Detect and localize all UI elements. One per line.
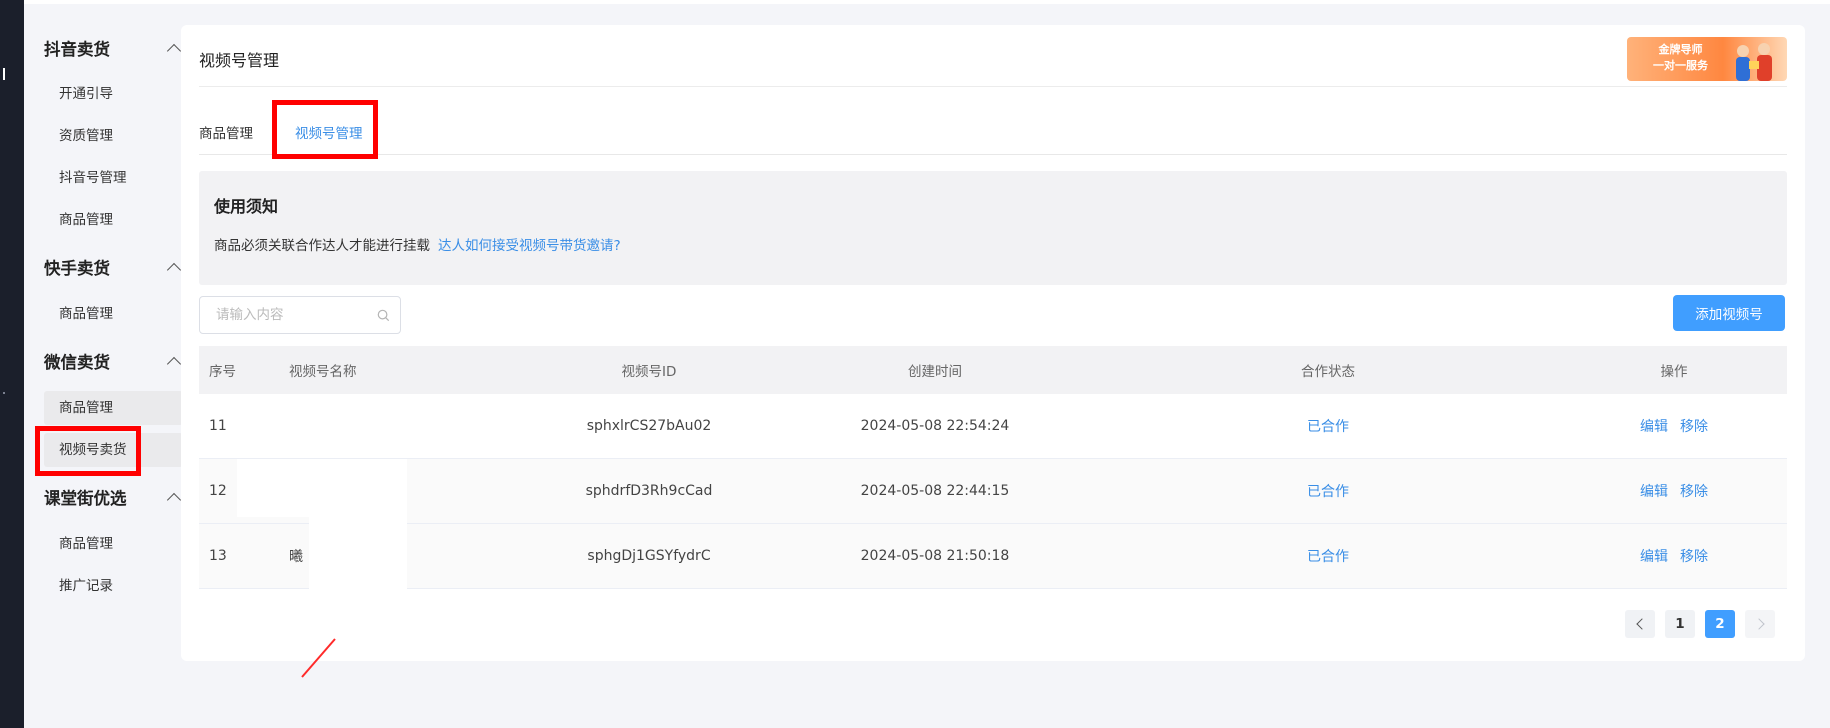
notice-text: 商品必须关联合作达人才能进行挂载 达人如何接受视频号带货邀请? <box>214 234 621 254</box>
header-index: 序号 <box>209 364 236 380</box>
prev-page-button[interactable] <box>1625 610 1655 638</box>
edit-link[interactable]: 编辑 <box>1640 546 1668 566</box>
sidebar-section-weixin[interactable]: 微信卖货 <box>44 346 184 376</box>
left-dark-strip <box>0 0 24 728</box>
chevron-up-icon <box>166 262 182 277</box>
highlight-box-tab <box>272 100 378 159</box>
search-input[interactable] <box>214 306 368 324</box>
notice-title: 使用须知 <box>214 197 279 216</box>
table-row: 12 sphdrfD3Rh9cCad 2024-05-08 22:44:15 已… <box>199 459 1787 524</box>
sidebar-section-douyin[interactable]: 抖音卖货 <box>44 33 184 63</box>
cell-status: 已合作 <box>1307 549 1349 565</box>
page-button-2[interactable]: 2 <box>1705 610 1735 638</box>
search-box <box>199 296 401 334</box>
remove-link[interactable]: 移除 <box>1680 481 1708 501</box>
chevron-up-icon <box>166 356 182 371</box>
sidebar-item-onboarding[interactable]: 开通引导 <box>44 77 183 111</box>
sidebar-section-ketangjie[interactable]: 课堂街优选 <box>44 482 184 512</box>
header-actions: 操作 <box>1660 364 1688 380</box>
cell-created-time: 2024-05-08 21:50:18 <box>860 548 1010 564</box>
sidebar-item-weixin-products[interactable]: 商品管理 <box>44 391 183 425</box>
cell-channel-id: sphdrfD3Rh9cCad <box>585 483 713 499</box>
sidebar-section-title: 快手卖货 <box>44 259 110 278</box>
chevron-right-icon <box>1752 618 1765 630</box>
sidebar: 抖音卖货 开通引导 资质管理 抖音号管理 商品管理 快手卖货 商品管理 微信卖货… <box>24 4 183 728</box>
highlight-box-sidebar <box>35 426 141 476</box>
sidebar-section-title: 课堂街优选 <box>44 489 127 508</box>
tab-product-management[interactable]: 商品管理 <box>199 122 253 142</box>
page-title: 视频号管理 <box>199 51 280 70</box>
cell-status: 已合作 <box>1307 484 1349 500</box>
sidebar-section-title: 微信卖货 <box>44 353 110 372</box>
cell-index: 12 <box>209 483 227 499</box>
banner-line-2: 一对一服务 <box>1653 59 1708 72</box>
strip-dot <box>3 392 5 394</box>
redaction-block <box>237 459 407 517</box>
remove-link[interactable]: 移除 <box>1680 546 1708 566</box>
cell-created-time: 2024-05-08 22:44:15 <box>860 483 1010 499</box>
remove-link[interactable]: 移除 <box>1680 416 1708 436</box>
add-channel-button[interactable]: 添加视频号 <box>1673 295 1785 331</box>
cell-index: 11 <box>209 418 227 434</box>
sidebar-section-kuaishou[interactable]: 快手卖货 <box>44 252 184 282</box>
cell-created-time: 2024-05-08 22:54:24 <box>860 418 1010 434</box>
cell-status: 已合作 <box>1307 419 1349 435</box>
table-row: 13 曦 sphgDj1GSYfydrC 2024-05-08 21:50:18… <box>199 524 1787 589</box>
edit-link[interactable]: 编辑 <box>1640 416 1668 436</box>
table-header: 序号 视频号名称 视频号ID 创建时间 合作状态 操作 <box>199 346 1787 394</box>
chevron-up-icon <box>166 43 182 58</box>
sidebar-section-title: 抖音卖货 <box>44 40 110 59</box>
cell-channel-id: sphgDj1GSYfydrC <box>587 548 711 564</box>
sidebar-item-douyin-products[interactable]: 商品管理 <box>44 203 183 237</box>
header-created-time: 创建时间 <box>908 364 962 380</box>
chevron-up-icon <box>166 492 182 507</box>
cell-actions: 编辑 移除 <box>1634 524 1714 588</box>
title-divider <box>199 86 1787 87</box>
sidebar-item-promotion-records[interactable]: 推广记录 <box>44 569 183 603</box>
tabs-divider <box>199 154 1787 155</box>
mentor-figures-icon <box>1736 43 1772 81</box>
mentor-banner[interactable]: 金牌导师 一对一服务 <box>1627 37 1787 81</box>
next-page-button[interactable] <box>1745 610 1775 638</box>
redaction-block <box>237 401 407 453</box>
header-channel-name: 视频号名称 <box>289 364 357 380</box>
main-card: 视频号管理 金牌导师 一对一服务 商品管理 视频号管理 使用须知 商品必须关联合… <box>181 25 1805 678</box>
header-channel-id: 视频号ID <box>621 364 677 380</box>
cell-index: 13 <box>209 548 227 564</box>
cell-channel-name: 曦 <box>289 549 303 565</box>
search-icon[interactable] <box>377 309 390 322</box>
sidebar-item-douyin-accounts[interactable]: 抖音号管理 <box>44 161 183 195</box>
banner-text: 金牌导师 一对一服务 <box>1653 42 1708 74</box>
cell-actions: 编辑 移除 <box>1634 459 1714 523</box>
sidebar-item-ketangjie-products[interactable]: 商品管理 <box>44 527 183 561</box>
top-bar <box>24 0 1830 4</box>
edit-link[interactable]: 编辑 <box>1640 481 1668 501</box>
cell-channel-id: sphxlrCS27bAu02 <box>586 418 712 434</box>
table-row: 11 sphxlrCS27bAu02 2024-05-08 22:54:24 已… <box>199 394 1787 459</box>
red-arrow-mark <box>301 638 336 678</box>
strip-cursor-mark <box>3 68 5 80</box>
chevron-left-icon <box>1635 618 1648 630</box>
notice-body: 商品必须关联合作达人才能进行挂载 <box>214 238 430 254</box>
notice-help-link[interactable]: 达人如何接受视频号带货邀请? <box>438 238 621 254</box>
sidebar-item-qualification[interactable]: 资质管理 <box>44 119 183 153</box>
cell-actions: 编辑 移除 <box>1634 394 1714 458</box>
sidebar-item-kuaishou-products[interactable]: 商品管理 <box>44 297 183 331</box>
banner-line-1: 金牌导师 <box>1658 43 1703 56</box>
usage-notice: 使用须知 商品必须关联合作达人才能进行挂载 达人如何接受视频号带货邀请? <box>199 171 1787 285</box>
redaction-block <box>309 517 407 637</box>
header-status: 合作状态 <box>1301 364 1355 380</box>
page-button-1[interactable]: 1 <box>1665 610 1695 638</box>
